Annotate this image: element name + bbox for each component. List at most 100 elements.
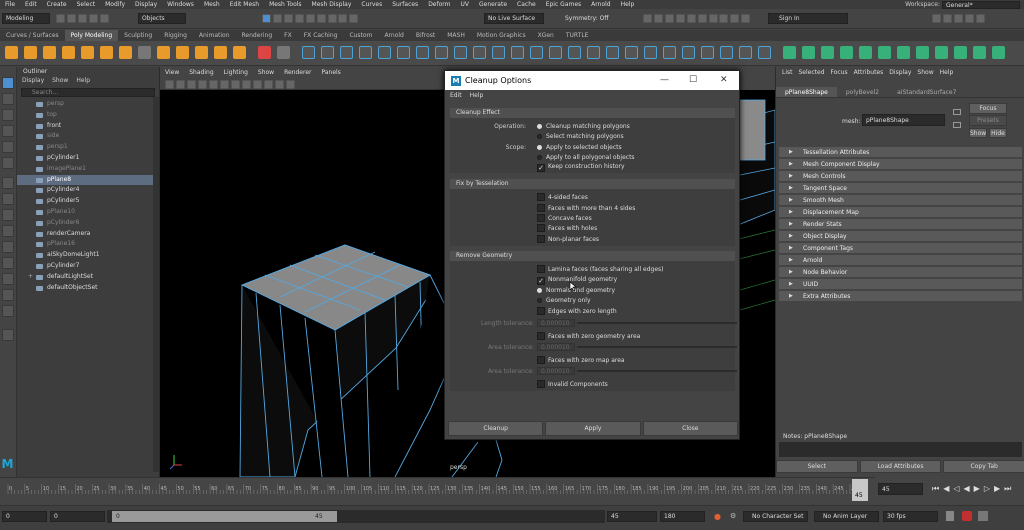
shelf-tab[interactable]: Custom <box>343 30 378 41</box>
menu-item[interactable]: Modify <box>100 0 130 9</box>
planar-map-icon[interactable] <box>783 46 796 59</box>
viewport-menu-item[interactable]: Shading <box>184 67 218 79</box>
outliner-layout-icon[interactable] <box>2 257 14 269</box>
presets-button[interactable]: Presets <box>969 115 1007 126</box>
camera-attr-icon[interactable] <box>176 80 185 89</box>
shelf-tab[interactable]: Curves / Surfaces <box>0 30 65 41</box>
four-view-icon[interactable] <box>2 193 14 205</box>
ae-menu-item[interactable]: Show <box>914 67 936 79</box>
shelf-tab[interactable]: Bifrost <box>410 30 441 41</box>
output-icon[interactable] <box>953 122 961 128</box>
persp-graph-icon[interactable] <box>2 225 14 237</box>
cleanup-button[interactable]: Cleanup <box>448 421 544 436</box>
bookmark-icon[interactable] <box>187 80 196 89</box>
menu-item[interactable]: Mesh <box>199 0 225 9</box>
hypershade-icon[interactable] <box>675 14 685 23</box>
outliner-item[interactable]: front <box>17 121 159 132</box>
offset-icon[interactable] <box>644 46 657 59</box>
dialog-title-bar[interactable]: M Cleanup Options — ☐ ✕ <box>445 71 739 90</box>
non-planar-checkbox[interactable]: Non-planar faces <box>537 235 599 243</box>
ae-menu-item[interactable]: Help <box>937 67 957 79</box>
connect-icon[interactable] <box>435 46 448 59</box>
radio-cleanup-matching[interactable]: Cleanup matching polygons <box>537 123 630 130</box>
mesh-name-field[interactable]: pPlane8Shape <box>862 114 945 126</box>
animation-start-field[interactable]: 0 <box>2 511 47 522</box>
outliner-item[interactable]: pCylinder1 <box>17 153 159 164</box>
render-view-icon[interactable] <box>686 14 696 23</box>
slide-icon[interactable] <box>663 46 676 59</box>
arnold-settings-icon[interactable] <box>730 14 740 23</box>
ae-section-header[interactable]: ▶ Object Display <box>779 231 1022 242</box>
select-icon[interactable] <box>262 14 271 23</box>
film-gate-icon[interactable] <box>220 80 229 89</box>
length-tolerance-slider[interactable] <box>577 322 737 324</box>
radio-apply-selected[interactable]: Apply to selected objects <box>537 144 622 151</box>
outliner-item[interactable]: persp <box>17 99 159 110</box>
outliner-item[interactable]: pCylinder5 <box>17 196 159 207</box>
retopo-icon[interactable] <box>720 46 733 59</box>
ae-section-header[interactable]: ▶ Mesh Component Display <box>779 159 1022 170</box>
copy-tab-button[interactable]: Copy Tab <box>943 460 1024 473</box>
auto-key-icon[interactable]: ● <box>714 512 721 521</box>
append-icon[interactable] <box>530 46 543 59</box>
map-area-tolerance-slider[interactable] <box>577 370 737 372</box>
outliner-item[interactable]: defaultObjectSet <box>17 283 159 294</box>
menu-item[interactable]: Deform <box>423 0 455 9</box>
menu-item[interactable]: Arnold <box>586 0 615 9</box>
camera-map-icon[interactable] <box>859 46 872 59</box>
outliner-item[interactable]: pCylinder7 <box>17 261 159 272</box>
ae-menu-item[interactable]: List <box>779 67 796 79</box>
menu-item[interactable]: Mesh Tools <box>264 0 306 9</box>
input-output-icon[interactable] <box>953 109 961 115</box>
bevel-icon[interactable] <box>340 46 353 59</box>
workspace-dropdown[interactable]: General* <box>942 0 1020 9</box>
shadows-icon[interactable] <box>286 80 295 89</box>
smooth-icon[interactable] <box>233 46 246 59</box>
lasso-tool-icon[interactable] <box>2 93 14 105</box>
holes-checkbox[interactable]: Faces with holes <box>537 224 597 232</box>
workspace-selector[interactable]: Workspace: General* <box>905 0 1020 9</box>
outliner-item[interactable]: pCylinder6 <box>17 218 159 229</box>
undo-icon[interactable] <box>88 14 98 23</box>
hide-button[interactable]: Hide <box>989 128 1007 138</box>
separate-icon[interactable] <box>214 46 227 59</box>
layout-uv-icon[interactable] <box>916 46 929 59</box>
modeling-toolkit-icon[interactable] <box>932 14 941 23</box>
symmetry-icon[interactable] <box>992 46 1005 59</box>
maximize-icon[interactable]: ☐ <box>689 75 697 85</box>
loop-icon[interactable] <box>473 46 486 59</box>
shelf-tab[interactable]: Sculpting <box>118 30 158 41</box>
outliner-item[interactable]: imagePlane1 <box>17 164 159 175</box>
redo-icon[interactable] <box>99 14 109 23</box>
menu-item[interactable]: Windows <box>162 0 199 9</box>
menu-item[interactable]: Surfaces <box>387 0 423 9</box>
outliner-item[interactable]: pPlane16 <box>17 239 159 250</box>
playback-start-field[interactable]: 0 <box>50 511 105 522</box>
menu-set-dropdown[interactable]: Modeling <box>2 13 50 24</box>
apply-button[interactable]: Apply <box>545 421 641 436</box>
viewport-menu-item[interactable]: Renderer <box>279 67 316 79</box>
sphere-icon[interactable] <box>5 46 18 59</box>
live-surface-dropdown[interactable]: No Live Surface <box>484 13 544 24</box>
smooth-shade-icon[interactable] <box>253 80 262 89</box>
outliner-item[interactable]: pCylinder4 <box>17 185 159 196</box>
lamina-checkbox[interactable]: Lamina faces (faces sharing all edges) <box>537 265 664 273</box>
outliner-item[interactable]: side <box>17 131 159 142</box>
dialog-menu-help[interactable]: Help <box>470 90 484 101</box>
outliner-item[interactable]: aiSkyDomeLight1 <box>17 250 159 261</box>
search-icon[interactable] <box>2 329 14 341</box>
shelf-tab[interactable]: Animation <box>193 30 236 41</box>
ae-section-header[interactable]: ▶ Mesh Controls <box>779 171 1022 182</box>
combine-icon[interactable] <box>195 46 208 59</box>
construction-icon[interactable] <box>338 14 348 23</box>
ae-menu-item[interactable]: Display <box>886 67 914 79</box>
resolution-gate-icon[interactable] <box>231 80 240 89</box>
ipr-render-icon[interactable] <box>653 14 663 23</box>
menu-item[interactable]: UV <box>456 0 475 9</box>
zero-map-checkbox[interactable]: Faces with zero map area <box>537 356 625 364</box>
radio-apply-all[interactable]: Apply to all polygonal objects <box>537 154 635 161</box>
ae-tab[interactable]: polyBevel2 <box>837 87 888 97</box>
boolean-icon[interactable] <box>277 46 290 59</box>
loop-icon[interactable] <box>946 511 954 521</box>
invalid-components-checkbox[interactable]: Invalid Components <box>537 380 608 388</box>
